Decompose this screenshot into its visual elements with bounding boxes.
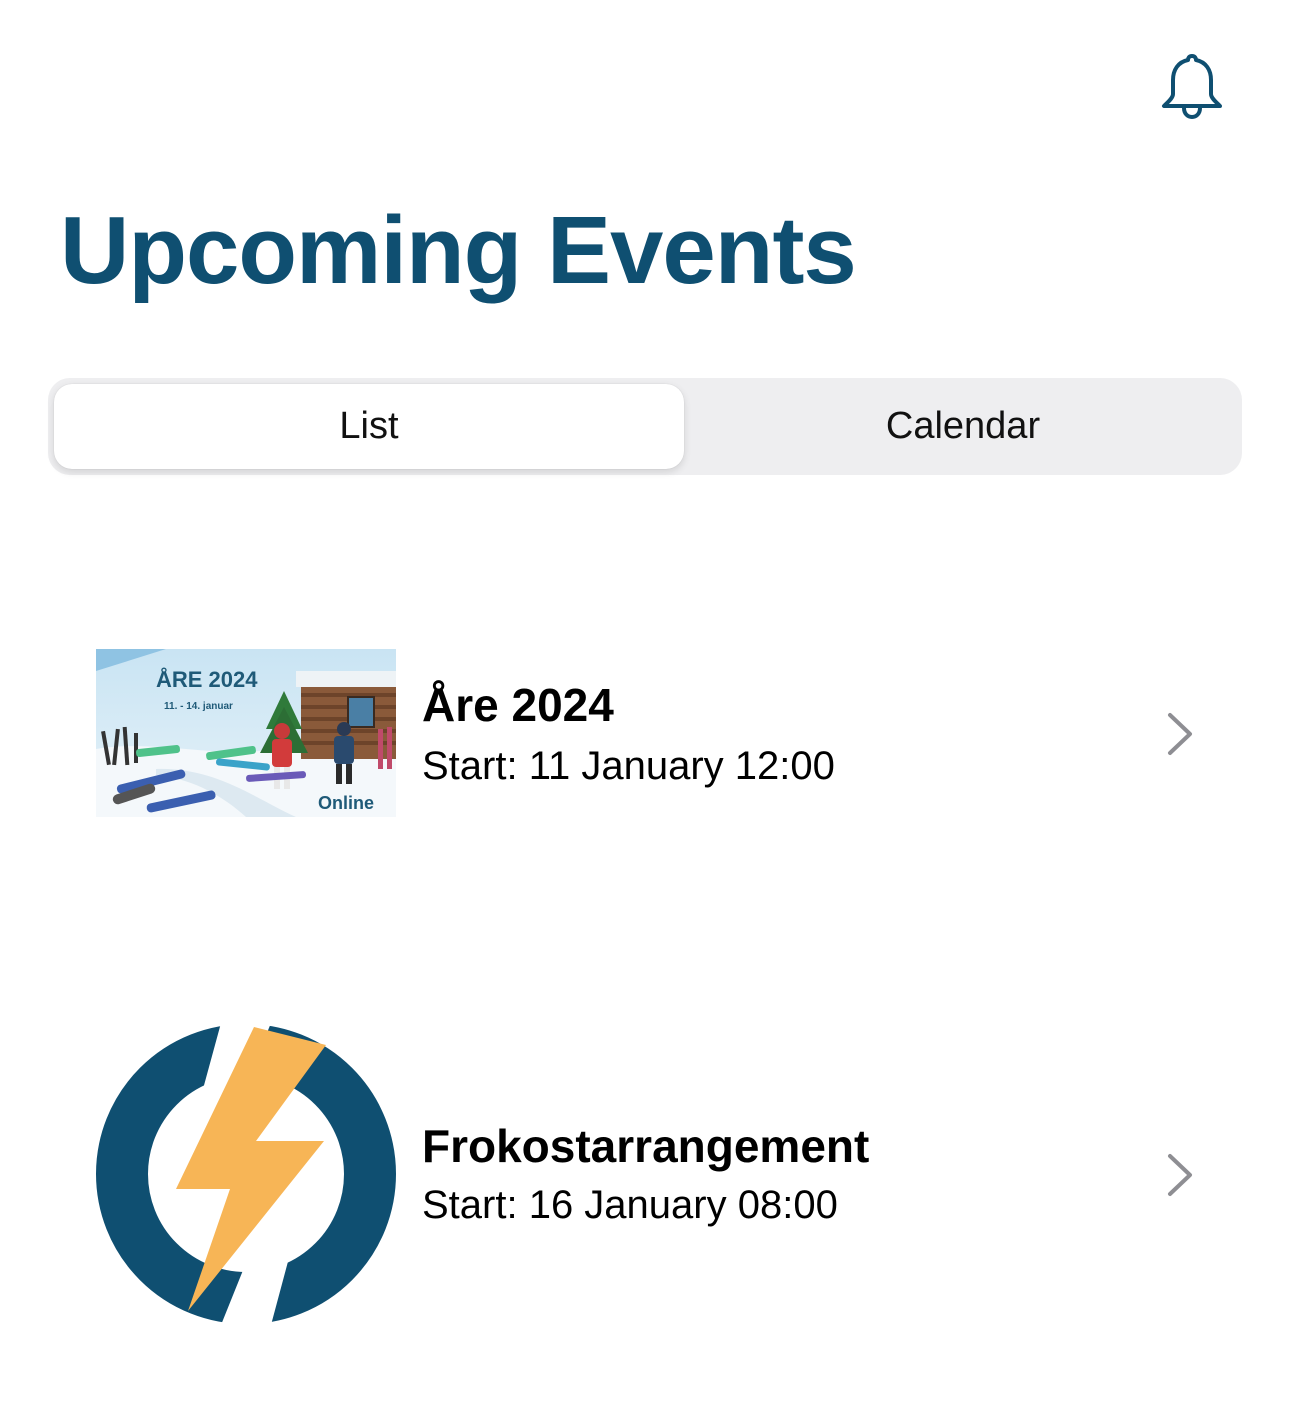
segment-list[interactable]: List — [54, 384, 684, 469]
event-title: Frokostarrangement — [422, 1120, 870, 1172]
event-thumbnail-lightning-logo — [96, 1023, 396, 1325]
event-title: Åre 2024 — [422, 679, 614, 731]
event-start-time: Start: 11 January 12:00 — [422, 744, 835, 788]
page-title: Upcoming Events — [60, 197, 857, 304]
chevron-right-icon — [1166, 1153, 1196, 1197]
event-start-time: Start: 16 January 08:00 — [422, 1183, 838, 1227]
thumbnail-brand: Online — [318, 793, 374, 813]
thumbnail-dates: 11. - 14. januar — [164, 701, 233, 712]
bell-icon[interactable] — [1158, 50, 1226, 120]
event-row-frokostarrangement[interactable]: Frokostarrangement Start: 16 January 08:… — [0, 1015, 1290, 1335]
chevron-right-icon — [1166, 712, 1196, 756]
thumbnail-heading: ÅRE 2024 — [156, 666, 258, 692]
event-row-are-2024[interactable]: ÅRE 2024 11. - 14. januar Online Åre 202… — [0, 640, 1290, 826]
view-segmented-control: List Calendar — [48, 378, 1242, 475]
segment-calendar[interactable]: Calendar — [690, 384, 1236, 469]
event-thumbnail-are: ÅRE 2024 11. - 14. januar Online — [96, 649, 396, 817]
